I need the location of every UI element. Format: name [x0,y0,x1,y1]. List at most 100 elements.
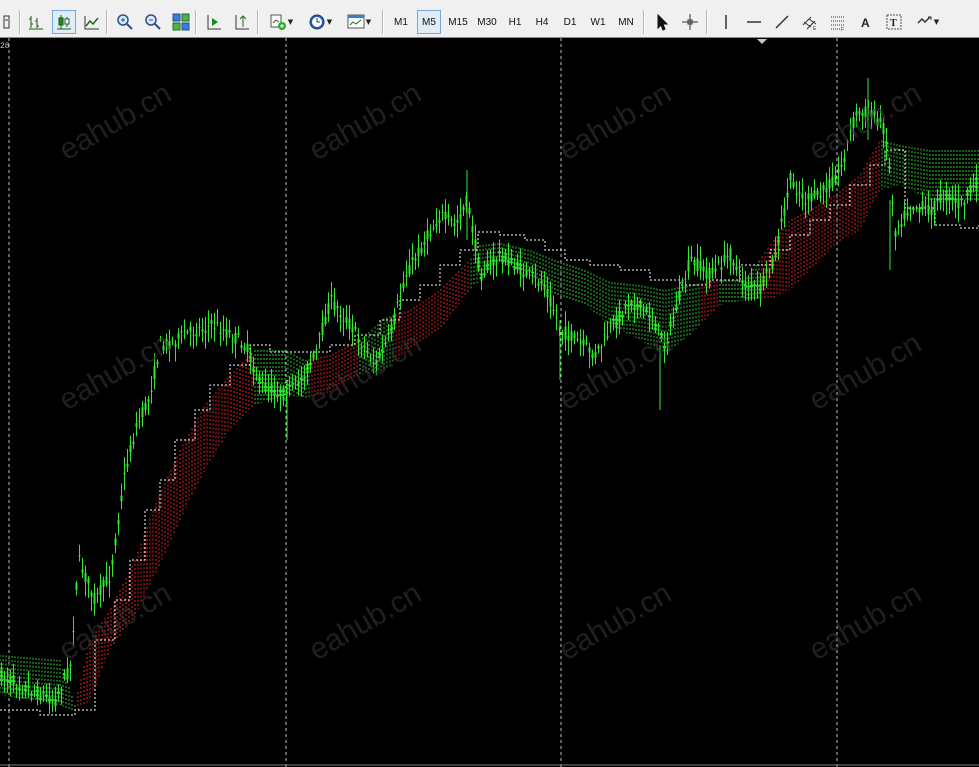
candle [696,243,699,277]
candle [555,304,558,331]
timeframe-h1-button[interactable]: H1 [503,10,527,34]
candle [393,307,396,331]
zoom-out-button[interactable] [141,10,165,34]
tile-windows-button[interactable] [169,10,193,34]
timeframe-m15-button[interactable]: M15 [444,10,472,34]
text-button[interactable]: A [854,10,878,34]
candle-body [429,234,432,237]
text-label-button[interactable]: T [882,10,906,34]
candle-body [339,314,342,318]
vertical-line-button[interactable] [714,10,738,34]
toolbar-separator [257,10,259,34]
candle [297,369,300,396]
candle [885,127,888,161]
candle [693,256,696,276]
candle [276,380,279,403]
candle-body [534,275,537,277]
candle [93,583,96,616]
crosshair-button[interactable] [678,10,702,34]
candle [840,151,843,176]
candle [870,102,873,130]
candle-body [210,320,213,325]
chart-shift-button[interactable] [230,10,254,34]
candle-body [588,347,591,353]
arrows-button[interactable]: ▼ [910,10,944,34]
crosshair-icon [682,14,698,30]
candle [486,250,489,273]
svg-text:T: T [890,18,897,29]
line-chart-button[interactable] [80,10,104,34]
candle [567,321,570,356]
timeframe-mn-button[interactable]: MN [614,10,638,34]
candle-body [225,329,228,338]
candle-body [714,268,717,272]
candle-body [855,111,858,116]
candle-body [648,315,651,319]
timeframe-w1-button[interactable]: W1 [586,10,610,34]
candlestick-chart-button[interactable] [52,10,76,34]
candle-body [345,316,348,323]
candle [444,199,447,234]
candle [363,336,366,360]
timeframe-m1-button[interactable]: M1 [389,10,413,34]
bar-chart-button[interactable] [24,10,48,34]
candle [936,188,939,211]
templates-button[interactable]: ▼ [342,10,376,34]
candle-body [180,331,183,333]
candle [24,681,27,699]
candle-body [264,383,267,392]
candle-body [36,686,39,699]
candle-body [504,253,507,262]
candle-body [831,176,834,187]
auto-scroll-button[interactable] [202,10,226,34]
equidistant-channel-button[interactable]: E [798,10,822,34]
fibonacci-retracement-button[interactable]: F [826,10,850,34]
candle-body [417,247,420,257]
toolbar-separator [382,10,384,34]
candle [891,194,894,217]
candle [591,349,594,367]
periods-clock-button[interactable]: ▼ [303,10,337,34]
indicators-button[interactable]: ▼ [264,10,298,34]
candle [528,266,531,280]
candle [300,366,303,397]
candle [912,205,915,215]
price-chart[interactable] [0,38,979,767]
candle [141,401,144,427]
candle [252,356,255,386]
candle [513,257,516,275]
horizontal-line-button[interactable] [742,10,766,34]
candle [726,243,729,269]
candle-body [873,109,876,116]
candle-body [486,262,489,270]
candle [429,224,432,242]
candle [459,198,462,231]
timeframe-m5-button[interactable]: M5 [417,10,441,34]
candle-body [636,303,639,310]
candle-body [444,211,447,220]
zoom-in-button[interactable] [113,10,137,34]
candle-body [279,388,282,397]
cursor-button[interactable] [650,10,674,34]
candle [282,384,285,407]
candle-body [687,260,690,272]
candle [156,359,159,369]
candle [0,662,3,687]
candle-body [300,376,303,382]
candle [819,182,822,203]
candle [753,279,756,301]
timeframe-h4-button[interactable]: H4 [530,10,554,34]
candle-body [672,318,675,320]
zoom-in-icon [117,14,133,30]
candle-body [204,330,207,333]
candle [336,300,339,323]
candle [792,173,795,190]
timeframe-d1-button[interactable]: D1 [558,10,582,34]
candle-body [87,578,90,584]
timeframe-m30-button[interactable]: M30 [474,10,500,34]
candle [741,266,744,298]
candle-body [54,698,57,707]
trendline-button[interactable] [770,10,794,34]
candle [219,321,222,347]
candle [924,196,927,217]
